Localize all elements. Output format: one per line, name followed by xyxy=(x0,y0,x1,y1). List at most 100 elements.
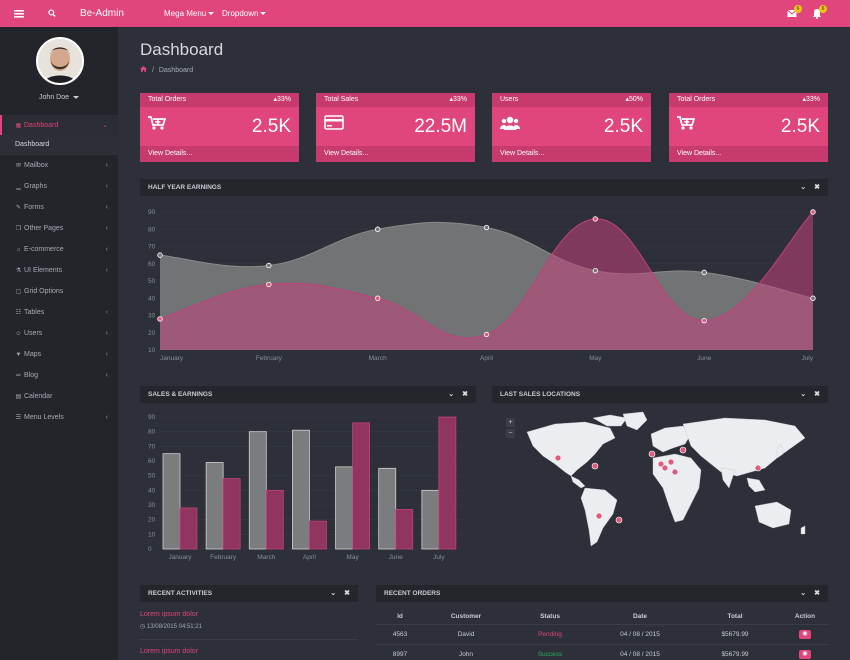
location-marker[interactable] xyxy=(679,446,687,454)
bar[interactable] xyxy=(205,462,224,550)
activity-item[interactable]: Lorem ipsum dolor xyxy=(140,648,358,655)
sidebar-item-label: Dashboard xyxy=(24,122,59,129)
sidebar-item-forms[interactable]: ✎ Forms ‹ xyxy=(0,197,118,218)
sidebar-item-mailbox[interactable]: ✉ Mailbox ‹ xyxy=(0,155,118,176)
bar[interactable] xyxy=(378,467,397,550)
sidebar-item-dashboard[interactable]: ▦ Dashboard ⌄ xyxy=(0,115,118,135)
sidebar-subitem-dashboard[interactable]: Dashboard xyxy=(0,135,118,155)
collapse-icon[interactable]: ⌄ xyxy=(448,391,454,398)
collapse-icon[interactable]: ⌄ xyxy=(800,184,806,191)
avatar[interactable] xyxy=(36,37,84,85)
data-point[interactable] xyxy=(266,262,272,269)
stat-percent: ▴50% xyxy=(625,93,643,107)
location-marker[interactable] xyxy=(754,464,762,472)
sidebar-item-tables[interactable]: ☷ Tables ‹ xyxy=(0,302,118,323)
bar[interactable] xyxy=(248,431,267,550)
view-order-button[interactable]: ◉ xyxy=(799,649,811,659)
data-point[interactable] xyxy=(483,224,490,231)
data-point[interactable] xyxy=(157,252,163,258)
sidebar-item-blog[interactable]: ✏ Blog ‹ xyxy=(0,365,118,386)
data-point[interactable] xyxy=(374,226,381,232)
y-tick-label: 80 xyxy=(148,429,156,436)
sidebar-item-graphs[interactable]: ▁ Graphs ‹ xyxy=(0,176,118,197)
bar[interactable] xyxy=(438,416,457,550)
view-details-link[interactable]: View Details... xyxy=(140,146,299,162)
copy-icon: ❐ xyxy=(15,226,22,232)
sales-bar-chart: 90 80 70 60 50 40 30 20 10 0 January February March A… xyxy=(148,414,462,561)
location-marker[interactable] xyxy=(661,464,669,472)
location-marker[interactable] xyxy=(554,454,562,462)
brand-logo[interactable]: Be-Admin xyxy=(80,0,124,27)
view-details-link[interactable]: View Details... xyxy=(669,146,828,162)
home-icon[interactable] xyxy=(140,66,149,74)
data-point[interactable] xyxy=(483,331,490,338)
bar[interactable] xyxy=(162,453,181,550)
data-point[interactable] xyxy=(374,295,381,301)
sidebar-item-other-pages[interactable]: ❐ Other Pages ‹ xyxy=(0,218,118,239)
close-icon[interactable]: ✖ xyxy=(462,391,468,398)
bar[interactable] xyxy=(352,422,370,550)
collapse-icon[interactable]: ⌄ xyxy=(330,590,336,597)
activity-item[interactable]: Lorem ipsum dolor ◷ 13/08/2015 04:51:21 xyxy=(140,611,358,630)
data-point[interactable] xyxy=(592,267,599,274)
activity-title[interactable]: Lorem ipsum dolor xyxy=(140,611,358,618)
view-order-button[interactable]: ◉ xyxy=(799,629,811,639)
activity-title[interactable]: Lorem ipsum dolor xyxy=(140,648,358,655)
bar[interactable] xyxy=(179,507,198,550)
close-icon[interactable]: ✖ xyxy=(344,590,350,597)
bar[interactable] xyxy=(222,478,241,550)
bar[interactable] xyxy=(421,489,440,550)
location-marker[interactable] xyxy=(595,512,603,520)
sidebar-item-calendar[interactable]: ▤ Calendar xyxy=(0,386,118,407)
view-details-link[interactable]: View Details... xyxy=(316,146,475,162)
data-point[interactable] xyxy=(810,209,816,215)
location-marker[interactable] xyxy=(667,458,675,466)
order-customer: John xyxy=(424,644,508,660)
bar[interactable] xyxy=(265,489,284,550)
hamburger-icon[interactable] xyxy=(14,0,24,27)
bar[interactable] xyxy=(335,466,353,550)
data-point[interactable] xyxy=(701,317,707,324)
close-icon[interactable]: ✖ xyxy=(814,590,820,597)
sidebar-item-ui-elements[interactable]: ⚗ UI Elements ‹ xyxy=(0,260,118,281)
sidebar-item-menu-levels[interactable]: ☰ Menu Levels ‹ xyxy=(0,407,118,428)
stat-header: Users ▴50% xyxy=(492,93,651,107)
zoom-out-button[interactable]: − xyxy=(506,429,515,438)
dropdown-menu[interactable]: Dropdown xyxy=(222,0,267,27)
y-tick-label: 70 xyxy=(148,443,156,450)
location-marker[interactable] xyxy=(591,462,599,470)
close-icon[interactable]: ✖ xyxy=(814,391,820,398)
collapse-icon[interactable]: ⌄ xyxy=(800,391,806,398)
y-tick-label: 0 xyxy=(148,546,152,553)
location-marker[interactable] xyxy=(648,450,656,458)
order-total: $5679.99 xyxy=(688,644,782,660)
collapse-icon[interactable]: ⌄ xyxy=(800,590,806,597)
data-point[interactable] xyxy=(701,269,707,276)
search-icon[interactable] xyxy=(48,0,56,27)
location-marker[interactable] xyxy=(615,516,623,524)
zoom-in-button[interactable]: + xyxy=(506,418,515,427)
location-marker[interactable] xyxy=(671,468,679,476)
user-menu[interactable]: John Doe xyxy=(0,94,118,101)
view-details-link[interactable]: View Details... xyxy=(492,146,651,162)
y-tick-label: 90 xyxy=(148,209,156,216)
stat-value: 22.5M xyxy=(414,116,467,137)
chevron-left-icon: ‹ xyxy=(105,309,108,316)
data-point[interactable] xyxy=(592,216,599,222)
sidebar-item-maps[interactable]: ▼ Maps ‹ xyxy=(0,344,118,365)
stat-percent-value: 50% xyxy=(628,96,643,103)
bar[interactable] xyxy=(292,429,310,550)
world-map[interactable] xyxy=(515,410,815,560)
mail-button[interactable]: 6 xyxy=(787,0,802,27)
bar[interactable] xyxy=(309,520,327,550)
close-icon[interactable]: ✖ xyxy=(814,184,820,191)
mega-menu-dropdown[interactable]: Mega Menu xyxy=(164,0,215,27)
data-point[interactable] xyxy=(157,316,163,322)
sidebar-item-users[interactable]: ☺ Users ‹ xyxy=(0,323,118,344)
sidebar-item-e-commerce[interactable]: ⌂ E-commerce ‹ xyxy=(0,239,118,260)
notifications-button[interactable]: 6 xyxy=(812,0,827,27)
sidebar-item-grid-options[interactable]: ▢ Grid Options xyxy=(0,281,118,302)
data-point[interactable] xyxy=(810,295,816,301)
data-point[interactable] xyxy=(266,281,272,288)
bar[interactable] xyxy=(395,509,414,550)
